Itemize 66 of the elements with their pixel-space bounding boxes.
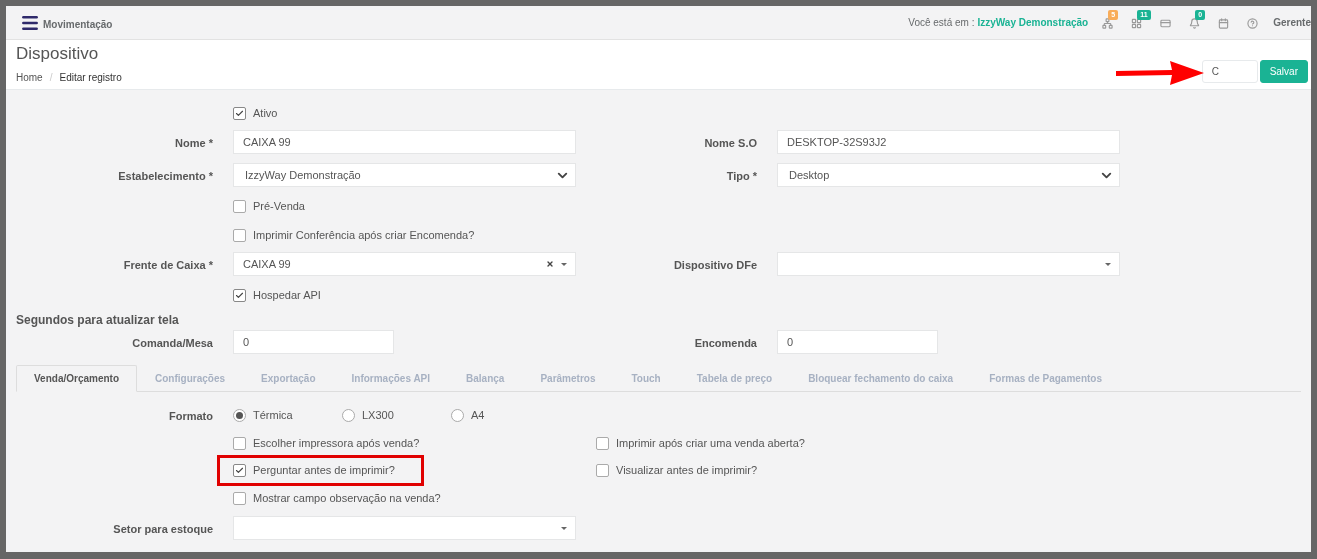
card-icon[interactable] <box>1160 17 1172 29</box>
check-icon <box>235 466 244 475</box>
sitemap-icon[interactable] <box>1102 17 1114 29</box>
field-label: Frente de Caixa * <box>123 259 213 271</box>
radio-button[interactable] <box>451 408 464 422</box>
field-label: Encomenda <box>694 337 757 349</box>
checkbox[interactable] <box>596 437 609 450</box>
check-icon <box>235 108 244 118</box>
checkbox[interactable] <box>233 464 246 477</box>
checkbox[interactable] <box>233 199 246 213</box>
select-field[interactable] <box>777 252 1120 276</box>
radio-label: Térmica <box>253 407 293 423</box>
field-label: Dispositivo DFe <box>673 259 757 271</box>
checkbox-label: Imprimir Conferência após criar Encomenda? <box>253 227 475 243</box>
tab[interactable]: Venda/Orçamento <box>16 365 138 392</box>
caret-icon <box>561 526 567 530</box>
select-field[interactable]: CAIXA 99 <box>233 252 576 276</box>
check-icon <box>235 290 244 300</box>
caret-icon <box>561 262 567 266</box>
caret-icon <box>1105 262 1111 266</box>
section-heading: Segundos para atualizar tela <box>16 312 179 329</box>
cancel-button[interactable]: C <box>1201 59 1258 83</box>
select-field[interactable]: IzzyWay Demonstração <box>233 163 576 187</box>
breadcrumb-link[interactable]: Home <box>16 70 43 85</box>
checkbox[interactable] <box>233 106 246 120</box>
bell-icon[interactable] <box>1189 17 1201 29</box>
text-field[interactable]: DESKTOP-32S93J2 <box>777 130 1120 154</box>
field-label: Formato <box>169 410 213 422</box>
checkbox[interactable] <box>233 288 246 302</box>
checkbox-label: Mostrar campo observação na venda? <box>253 491 441 507</box>
checkbox-label: Ativo <box>253 105 278 121</box>
clear-icon[interactable] <box>546 260 554 268</box>
save-button[interactable]: Salvar <box>1259 59 1308 83</box>
help-icon[interactable] <box>1247 17 1259 29</box>
field-label: Tipo * <box>726 170 757 182</box>
select-field[interactable] <box>233 516 576 540</box>
field-label: Comanda/Mesa <box>132 337 213 349</box>
radio-button[interactable] <box>342 408 355 422</box>
field-label: Setor para estoque <box>113 523 213 535</box>
calendar-icon[interactable] <box>1218 17 1230 29</box>
text-field[interactable]: 0 <box>233 330 394 354</box>
breadcrumb-separator: / <box>49 71 53 85</box>
checkbox-label: Hospedar API <box>253 287 321 303</box>
radio-label: LX300 <box>362 407 394 423</box>
checkbox[interactable] <box>233 228 246 242</box>
user-name[interactable]: Gerente <box>1273 15 1311 30</box>
checkbox-label: Visualizar antes de imprimir? <box>616 463 758 479</box>
checkbox-label: Imprimir após criar uma venda aberta? <box>616 436 805 452</box>
select-field[interactable]: Desktop <box>777 163 1120 187</box>
radio-button[interactable] <box>233 408 246 422</box>
field-label: Nome S.O <box>704 137 757 149</box>
location-label: Você está em : <box>908 16 975 30</box>
checkbox-label: Pré-Venda <box>253 198 305 214</box>
breadcrumb-current: Editar registro <box>59 71 122 85</box>
field-label: Nome * <box>175 137 213 149</box>
field-label: Estabelecimento * <box>118 170 213 182</box>
checkbox-label: Perguntar antes de imprimir? <box>253 463 395 479</box>
radio-label: A4 <box>471 407 485 423</box>
text-field[interactable]: CAIXA 99 <box>233 130 576 154</box>
checkbox-label: Escolher impressora após venda? <box>253 436 420 452</box>
page-title: Dispositivo <box>16 44 100 64</box>
text-field[interactable]: 0 <box>777 330 938 354</box>
checkbox[interactable] <box>596 464 609 477</box>
checkbox[interactable] <box>233 437 246 450</box>
checkbox[interactable] <box>233 492 246 505</box>
menu-title: Movimentação <box>43 17 113 32</box>
